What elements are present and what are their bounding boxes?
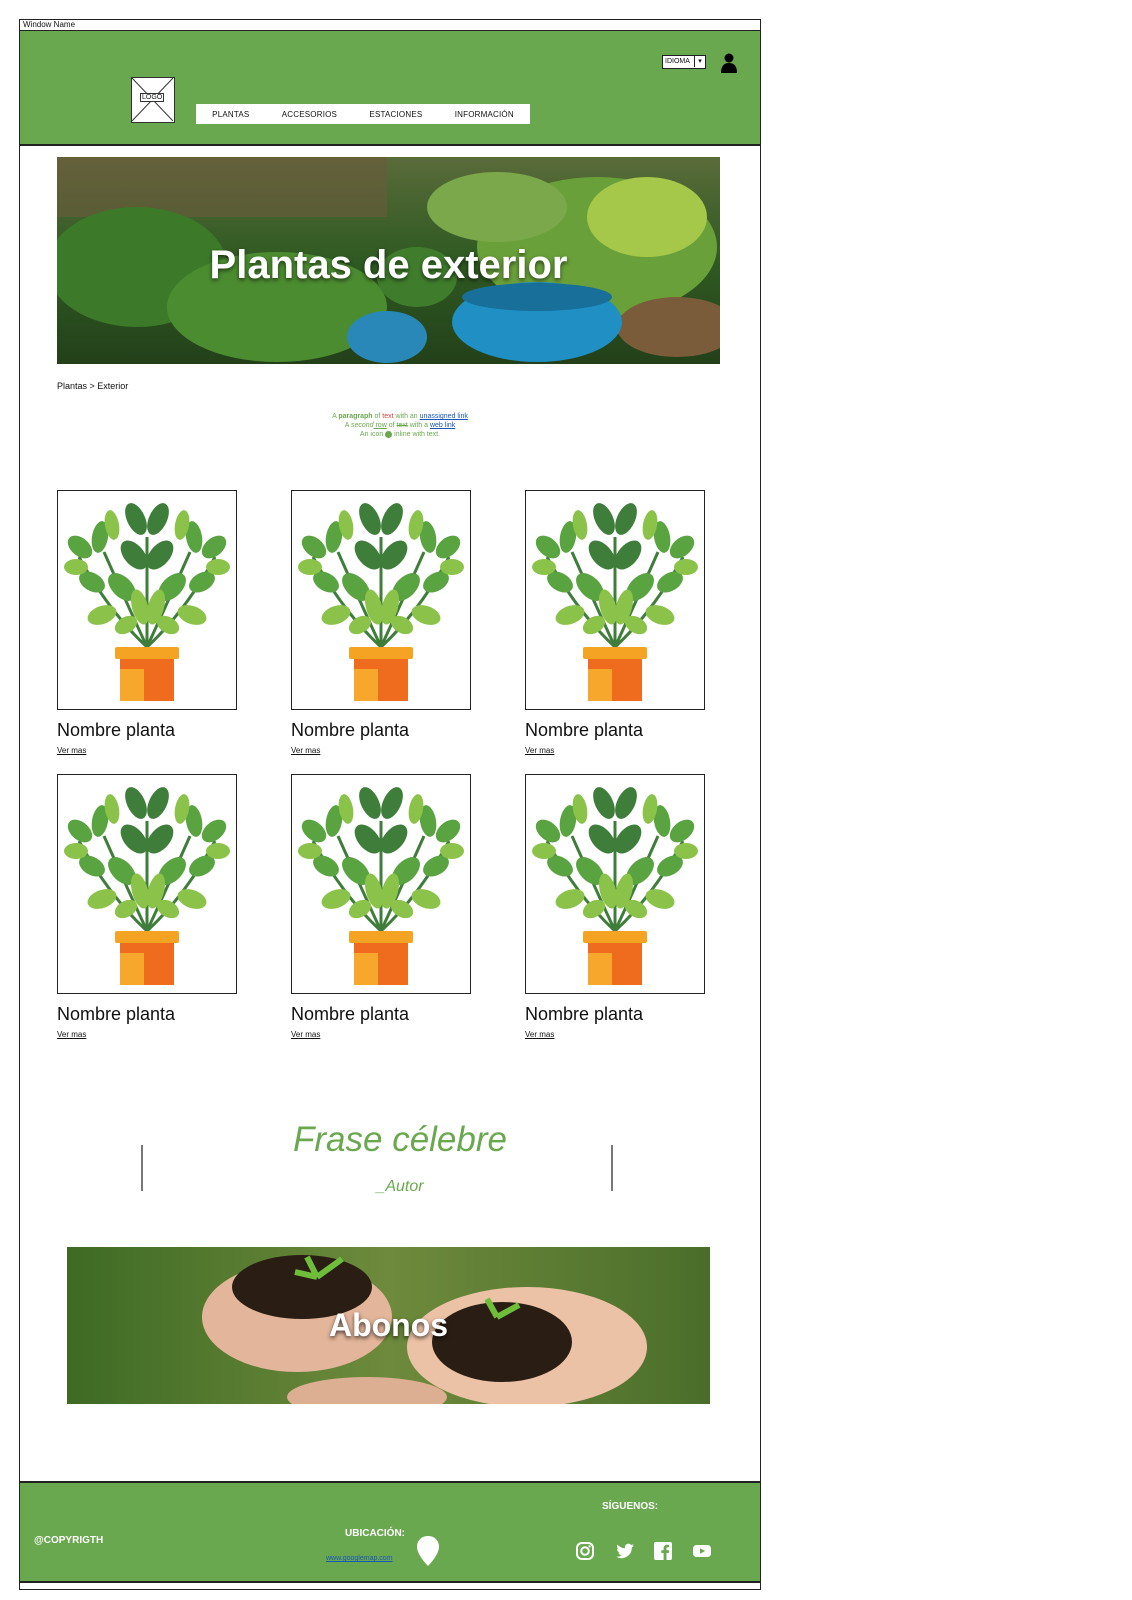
product-image[interactable] xyxy=(57,490,237,710)
location-pin-icon[interactable] xyxy=(417,1536,439,1566)
product-name: Nombre planta xyxy=(57,720,176,740)
potted-plant-icon xyxy=(532,787,698,985)
web-link[interactable]: web link xyxy=(430,422,455,429)
user-icon[interactable] xyxy=(720,53,738,73)
product-image[interactable] xyxy=(57,774,237,994)
ver-mas-link[interactable]: Ver mas xyxy=(291,746,473,755)
window-title: Window Name xyxy=(20,20,760,31)
product-image[interactable] xyxy=(291,774,471,994)
product-card[interactable]: Nombre planta Ver mas xyxy=(57,774,239,1039)
site-footer: @COPYRIGTH UBICACIÓN: www.googlemap.com … xyxy=(20,1481,760,1583)
potted-plant-icon xyxy=(64,503,230,701)
language-select[interactable]: IDIOMA ▾ xyxy=(662,55,706,69)
quote-left-bar xyxy=(141,1145,143,1191)
product-card[interactable]: Nombre planta Ver mas xyxy=(525,774,707,1039)
ver-mas-link[interactable]: Ver mas xyxy=(525,1030,707,1039)
youtube-icon[interactable] xyxy=(692,1541,712,1561)
nav-accesorios[interactable]: ACCESORIOS xyxy=(282,110,337,119)
intro-paragraph: A paragraph of text with an unassigned l… xyxy=(332,413,468,438)
breadcrumb[interactable]: Plantas > Exterior xyxy=(57,381,128,391)
logo[interactable]: LOGO xyxy=(131,77,175,123)
location-title: UBICACIÓN: xyxy=(345,1528,405,1539)
ver-mas-link[interactable]: Ver mas xyxy=(57,1030,239,1039)
product-name: Nombre planta xyxy=(291,1004,410,1024)
quote-author: _Autor xyxy=(376,1178,424,1195)
browser-window: Window Name LOGO PLANTAS ACCESORIOS ESTA… xyxy=(19,19,761,1590)
map-link[interactable]: www.googlemap.com xyxy=(326,1555,393,1562)
hero-title: Plantas de exterior xyxy=(209,243,568,287)
product-name: Nombre planta xyxy=(525,1004,644,1024)
facebook-icon[interactable] xyxy=(653,1541,673,1561)
potted-plant-icon xyxy=(298,503,464,701)
hero-banner: Plantas de exterior xyxy=(57,157,720,364)
product-name: Nombre planta xyxy=(57,1004,176,1024)
unassigned-link[interactable]: unassigned link xyxy=(420,413,468,420)
nav-informacion[interactable]: INFORMACIÓN xyxy=(455,110,514,119)
famous-quote: Frase célebre xyxy=(293,1120,507,1159)
logo-text: LOGO xyxy=(140,93,165,102)
twitter-icon[interactable] xyxy=(615,1541,635,1561)
product-name: Nombre planta xyxy=(525,720,644,740)
nav-plantas[interactable]: PLANTAS xyxy=(212,110,249,119)
product-card[interactable]: Nombre planta Ver mas xyxy=(291,490,473,755)
follow-title: SÍGUENOS: xyxy=(602,1501,659,1512)
product-card[interactable]: Nombre planta Ver mas xyxy=(291,774,473,1039)
product-card[interactable]: Nombre planta Ver mas xyxy=(525,490,707,755)
product-image[interactable] xyxy=(525,490,705,710)
abonos-title: Abonos xyxy=(328,1307,449,1343)
chevron-down-icon: ▾ xyxy=(694,56,705,67)
instagram-icon[interactable] xyxy=(575,1541,595,1561)
potted-plant-icon xyxy=(298,787,464,985)
language-select-value: IDIOMA xyxy=(665,58,690,65)
ver-mas-link[interactable]: Ver mas xyxy=(525,746,707,755)
product-image[interactable] xyxy=(525,774,705,994)
abonos-banner[interactable]: Abonos xyxy=(67,1247,710,1404)
product-card[interactable]: Nombre planta Ver mas xyxy=(57,490,239,755)
main-nav: PLANTAS ACCESORIOS ESTACIONES INFORMACIÓ… xyxy=(196,104,530,124)
nav-estaciones[interactable]: ESTACIONES xyxy=(369,110,422,119)
ver-mas-link[interactable]: Ver mas xyxy=(57,746,239,755)
product-name: Nombre planta xyxy=(291,720,410,740)
product-image[interactable] xyxy=(291,490,471,710)
potted-plant-icon xyxy=(532,503,698,701)
potted-plant-icon xyxy=(64,787,230,985)
ver-mas-link[interactable]: Ver mas xyxy=(291,1030,473,1039)
site-header: LOGO PLANTAS ACCESORIOS ESTACIONES INFOR… xyxy=(20,31,760,146)
copyright: @COPYRIGTH xyxy=(34,1535,104,1546)
